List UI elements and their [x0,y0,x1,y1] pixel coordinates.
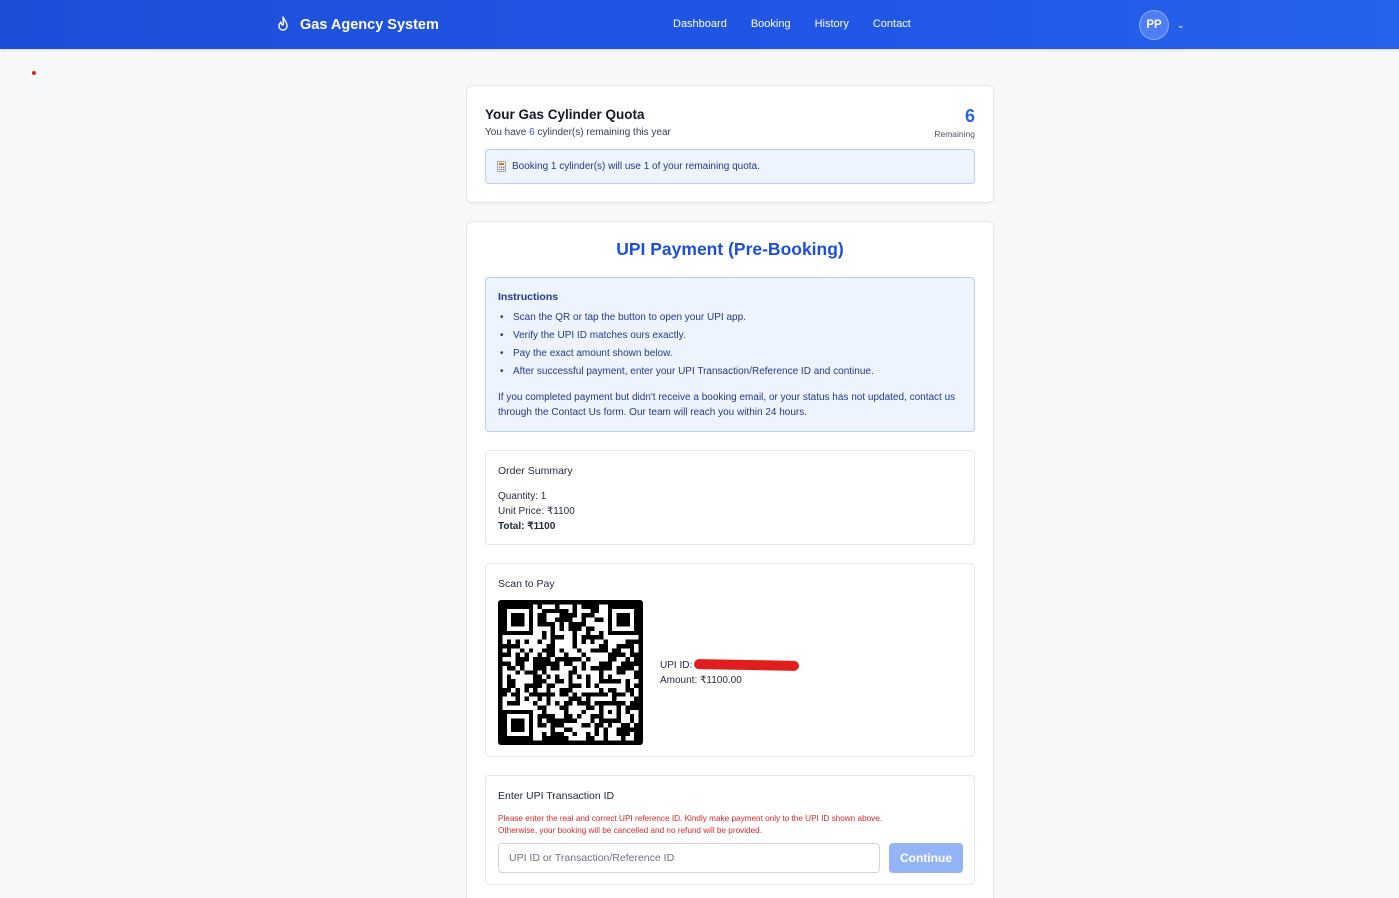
quota-info-alert: Booking 1 cylinder(s) will use 1 of your… [485,149,975,184]
transaction-id-input[interactable] [498,843,880,873]
instructions-box: Instructions Scan the QR or tap the butt… [485,277,975,432]
instructions-list: Scan the QR or tap the button to open yo… [498,309,962,381]
summary-total: Total: ₹1100 [498,521,556,532]
qr-code-image [498,600,643,745]
quota-sub-suffix: cylinder(s) remaining this year [537,127,671,138]
instructions-help-text: If you completed payment but didn't rece… [498,392,956,418]
quota-subtitle: You have 6 cylinder(s) remaining this ye… [485,127,671,138]
redacted-upi-id [694,659,800,672]
summary-unit-price: Unit Price: ₹1100 [498,506,575,517]
chevron-down-icon: ⌄ [1177,19,1185,30]
quota-card: Your Gas Cylinder Quota You have 6 cylin… [466,85,994,203]
instruction-item: Scan the QR or tap the button to open yo… [498,309,962,327]
upi-info: UPI ID: Amount: ₹1100.00 [660,658,800,688]
nav-dashboard[interactable]: Dashboard [673,18,727,30]
payment-card: UPI Payment (Pre-Booking) Instructions S… [466,221,994,898]
transaction-warning: Please enter the real and correct UPI re… [498,813,962,837]
upi-qr-code[interactable] [498,600,643,745]
quota-remaining-count: 6 [964,106,975,126]
warning-line-2: Otherwise, your booking will be cancelle… [498,826,762,835]
scan-to-pay-panel: Scan to Pay UPI ID: Amount: ₹1100.00 [485,563,975,757]
avatar: PP [1139,10,1169,40]
quota-remaining-label: Remaining [934,129,975,139]
red-dot-marker [32,71,36,75]
calculator-icon [497,161,506,172]
quota-sub-prefix: You have [485,127,527,138]
nav-history[interactable]: History [815,18,849,30]
user-menu-toggle[interactable]: PP ⌄ [1139,10,1185,40]
top-navbar: Gas Agency System Dashboard Booking Hist… [0,0,1399,49]
nav-contact[interactable]: Contact [873,18,911,30]
main-nav: Dashboard Booking History Contact [673,18,935,30]
upi-id-row: UPI ID: [660,658,800,673]
nav-booking[interactable]: Booking [751,18,791,30]
transaction-id-title: Enter UPI Transaction ID [498,790,615,802]
quota-title: Your Gas Cylinder Quota [485,107,645,122]
scan-to-pay-title: Scan to Pay [498,578,555,590]
instruction-item: After successful payment, enter your UPI… [498,363,962,381]
flame-icon [278,16,288,31]
order-summary-title: Order Summary [498,465,573,477]
upi-amount: Amount: ₹1100.00 [660,675,742,686]
brand-link[interactable]: Gas Agency System [275,14,439,36]
order-summary-panel: Order Summary Quantity: 1 Unit Price: ₹1… [485,450,975,545]
instruction-item: Pay the exact amount shown below. [498,345,962,363]
summary-quantity: Quantity: 1 [498,491,547,502]
instruction-item: Verify the UPI ID matches ours exactly. [498,327,962,345]
quota-sub-count: 6 [529,127,535,138]
brand-title: Gas Agency System [300,17,439,33]
transaction-id-panel: Enter UPI Transaction ID Please enter th… [485,775,975,885]
payment-title: UPI Payment (Pre-Booking) [616,239,844,259]
upi-id-label: UPI ID: [660,660,693,671]
quota-note-text: Booking 1 cylinder(s) will use 1 of your… [512,161,760,172]
instructions-title: Instructions [498,291,559,303]
warning-line-1: Please enter the real and correct UPI re… [498,814,883,823]
continue-button[interactable]: Continue [889,843,963,873]
